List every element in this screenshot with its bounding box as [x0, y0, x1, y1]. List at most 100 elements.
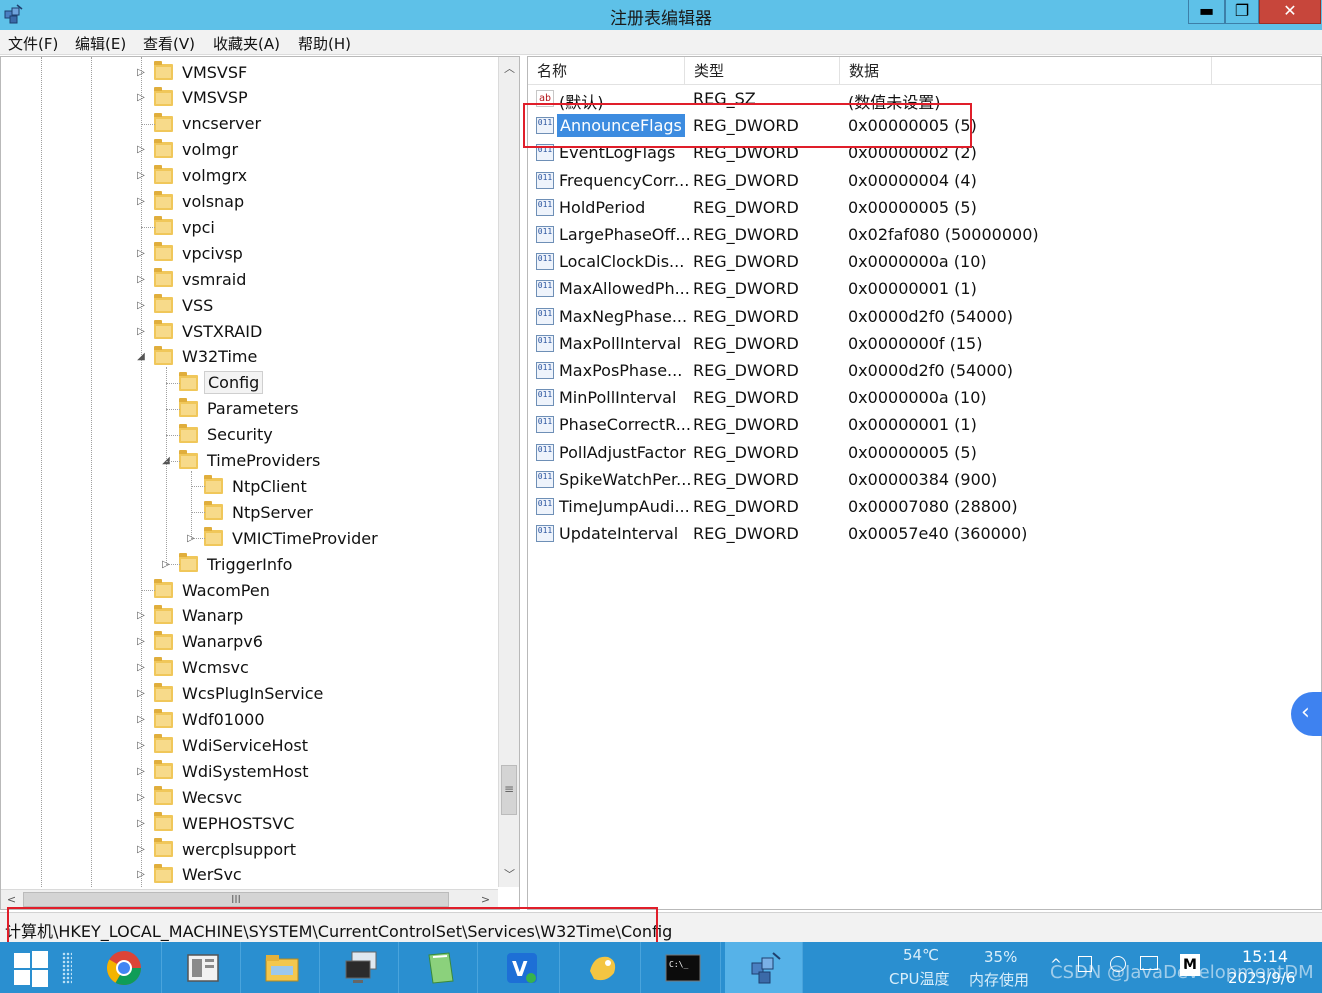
tree-item[interactable]: ◢ W32Time: [134, 344, 260, 370]
tree-item[interactable]: ▷ VMICTimeProvider: [184, 525, 381, 551]
folder-icon: [154, 838, 173, 857]
expand-arrow-icon[interactable]: ▷: [134, 766, 148, 777]
tree-item[interactable]: ◢ TimeProviders: [159, 448, 323, 474]
taskbar-notepad[interactable]: [400, 942, 478, 993]
expand-arrow-icon[interactable]: ▷: [134, 170, 148, 181]
tree-item[interactable]: ▷ Wanarpv6: [134, 629, 266, 655]
taskbar-chrome[interactable]: [84, 942, 162, 993]
registry-value-row[interactable]: 011 MaxNegPhase... REG_DWORD 0x0000d2f0 (54…: [528, 303, 1321, 330]
expand-arrow-icon[interactable]: ▷: [134, 662, 148, 673]
collapse-arrow-icon[interactable]: ◢: [134, 351, 148, 362]
scroll-down-icon[interactable]: ﹀: [499, 865, 519, 885]
expand-arrow-icon[interactable]: ▷: [134, 610, 148, 621]
tree-item-label: NtpClient: [232, 476, 307, 496]
tree-item[interactable]: ▷ volmgr: [134, 137, 241, 163]
expand-arrow-icon[interactable]: ▷: [134, 688, 148, 699]
tree-item[interactable]: ▷ WdiSystemHost: [134, 758, 312, 784]
minimize-button[interactable]: ▬: [1188, 0, 1225, 24]
menu-favorites[interactable]: 收藏夹(A): [213, 33, 280, 54]
tree-item[interactable]: ▷ wercplsupport: [134, 836, 299, 862]
registry-value-row[interactable]: 011 TimeJumpAudi... REG_DWORD 0x00007080 (2…: [528, 493, 1321, 520]
tree-item[interactable]: ▷ WdiServiceHost: [134, 732, 311, 758]
tree-item[interactable]: ▷ vsmraid: [134, 266, 249, 292]
tree-horizontal-scrollbar[interactable]: < III >: [1, 889, 498, 909]
tree-item[interactable]: Parameters: [159, 396, 302, 422]
expand-arrow-icon[interactable]: ▷: [134, 92, 148, 103]
column-type[interactable]: 类型: [685, 57, 840, 85]
registry-value-row[interactable]: 011 UpdateInterval REG_DWORD 0x00057e40 (36…: [528, 520, 1321, 547]
horizontal-scroll-thumb[interactable]: III: [23, 892, 449, 907]
taskbar-server-manager[interactable]: [163, 942, 241, 993]
registry-value-row[interactable]: 011 LocalClockDis... REG_DWORD 0x0000000a (…: [528, 248, 1321, 275]
menu-view[interactable]: 查看(V): [143, 33, 195, 54]
taskbar-cmd[interactable]: C:\_: [643, 942, 721, 993]
menu-help[interactable]: 帮助(H): [298, 33, 351, 54]
tree-vertical-scrollbar[interactable]: ︿ ≡ ﹀: [498, 57, 519, 887]
tree-item[interactable]: ▷ WerSvc: [134, 862, 245, 888]
binary-value-icon: 011: [536, 470, 554, 488]
registry-value-row[interactable]: 011 PollAdjustFactor REG_DWORD 0x00000005 (…: [528, 439, 1321, 466]
tree-item[interactable]: ▷ VSS: [134, 292, 216, 318]
expand-arrow-icon[interactable]: ▷: [134, 818, 148, 829]
expand-arrow-icon[interactable]: ▷: [134, 196, 148, 207]
taskbar-app[interactable]: [563, 942, 641, 993]
value-name: UpdateInterval: [559, 524, 679, 544]
menu-file[interactable]: 文件(F): [8, 33, 58, 54]
expand-arrow-icon[interactable]: ▷: [134, 740, 148, 751]
tree-item[interactable]: ▷ WcsPlugInService: [134, 681, 326, 707]
values-list[interactable]: 名称 类型 数据 ab (默认) REG_SZ (数值未设置) 011 AnnounceF…: [527, 56, 1322, 910]
expand-arrow-icon[interactable]: ▷: [134, 144, 148, 155]
column-name[interactable]: 名称: [528, 57, 685, 85]
tree-item[interactable]: ▷ Wecsvc: [134, 784, 245, 810]
expand-arrow-icon[interactable]: ▷: [134, 274, 148, 285]
taskbar-file-explorer[interactable]: [242, 942, 320, 993]
expand-arrow-icon[interactable]: ▷: [134, 248, 148, 259]
menu-edit[interactable]: 编辑(E): [75, 33, 126, 54]
expand-arrow-icon[interactable]: ▷: [134, 714, 148, 725]
title-bar[interactable]: 注册表编辑器 ▬ ❐ ✕: [0, 0, 1322, 30]
registry-value-row[interactable]: 011 FrequencyCorr... REG_DWORD 0x00000004 (…: [528, 167, 1321, 194]
registry-value-row[interactable]: 011 HoldPeriod REG_DWORD 0x00000005 (5): [528, 194, 1321, 221]
taskbar-visual-studio[interactable]: V: [482, 942, 560, 993]
registry-value-row[interactable]: 011 MinPollInterval REG_DWORD 0x0000000a (1…: [528, 384, 1321, 411]
expand-arrow-icon[interactable]: ▷: [134, 869, 148, 880]
registry-value-row[interactable]: 011 MaxPollInterval REG_DWORD 0x0000000f (1…: [528, 330, 1321, 357]
value-type: REG_DWORD: [693, 469, 799, 489]
tree-item[interactable]: ▷ VMSVSP: [134, 85, 251, 111]
taskbar-regedit[interactable]: [725, 942, 803, 993]
registry-value-row[interactable]: 011 SpikeWatchPer... REG_DWORD 0x00000384 (…: [528, 466, 1321, 493]
registry-tree[interactable]: ▷ VMSVSF ▷ VMSVSP vncserver ▷ volmgr ▷ volmgrx ▷ v…: [0, 56, 520, 910]
tree-item[interactable]: ▷ Wdf01000: [134, 707, 268, 733]
value-type: REG_DWORD: [693, 225, 799, 244]
tree-item[interactable]: ▷ WEPHOSTSVC: [134, 810, 297, 836]
expand-arrow-icon[interactable]: ▷: [134, 792, 148, 803]
tree-item[interactable]: ▷ Wcmsvc: [134, 655, 252, 681]
binary-value-icon: 011: [536, 525, 554, 543]
tree-item[interactable]: ▷ volmgrx: [134, 163, 250, 189]
registry-value-row[interactable]: 011 MaxPosPhase... REG_DWORD 0x0000d2f0 (54…: [528, 357, 1321, 384]
taskbar-grip[interactable]: [62, 952, 72, 984]
start-button[interactable]: [12, 951, 48, 987]
tree-item[interactable]: ▷ VSTXRAID: [134, 318, 265, 344]
expand-arrow-icon[interactable]: ▷: [134, 67, 148, 78]
vertical-scroll-thumb[interactable]: ≡: [501, 765, 517, 815]
tree-item[interactable]: ▷ Wanarp: [134, 603, 246, 629]
registry-value-row[interactable]: 011 LargePhaseOff... REG_DWORD 0x02faf080 (…: [528, 221, 1321, 248]
expand-arrow-icon[interactable]: ▷: [134, 300, 148, 311]
taskbar-remote-desktop[interactable]: [321, 942, 399, 993]
tree-item[interactable]: ▷ VMSVSF: [134, 59, 250, 85]
restore-button[interactable]: ❐: [1225, 0, 1259, 24]
scroll-up-icon[interactable]: ︿: [499, 59, 519, 79]
column-data[interactable]: 数据: [840, 57, 1212, 85]
registry-value-row[interactable]: 011 PhaseCorrectR... REG_DWORD 0x00000001 (…: [528, 411, 1321, 438]
expand-arrow-icon[interactable]: ▷: [134, 326, 148, 337]
binary-value-icon: 011: [536, 198, 554, 216]
close-button[interactable]: ✕: [1259, 0, 1321, 24]
expand-arrow-icon[interactable]: ▷: [134, 636, 148, 647]
tree-item[interactable]: ▷ vpcivsp: [134, 240, 246, 266]
folder-icon: [154, 345, 173, 365]
mem-percent: 35%: [984, 948, 1018, 966]
tree-item[interactable]: ▷ volsnap: [134, 189, 247, 215]
expand-arrow-icon[interactable]: ▷: [134, 844, 148, 855]
registry-value-row[interactable]: 011 MaxAllowedPh... REG_DWORD 0x00000001 (1…: [528, 275, 1321, 302]
